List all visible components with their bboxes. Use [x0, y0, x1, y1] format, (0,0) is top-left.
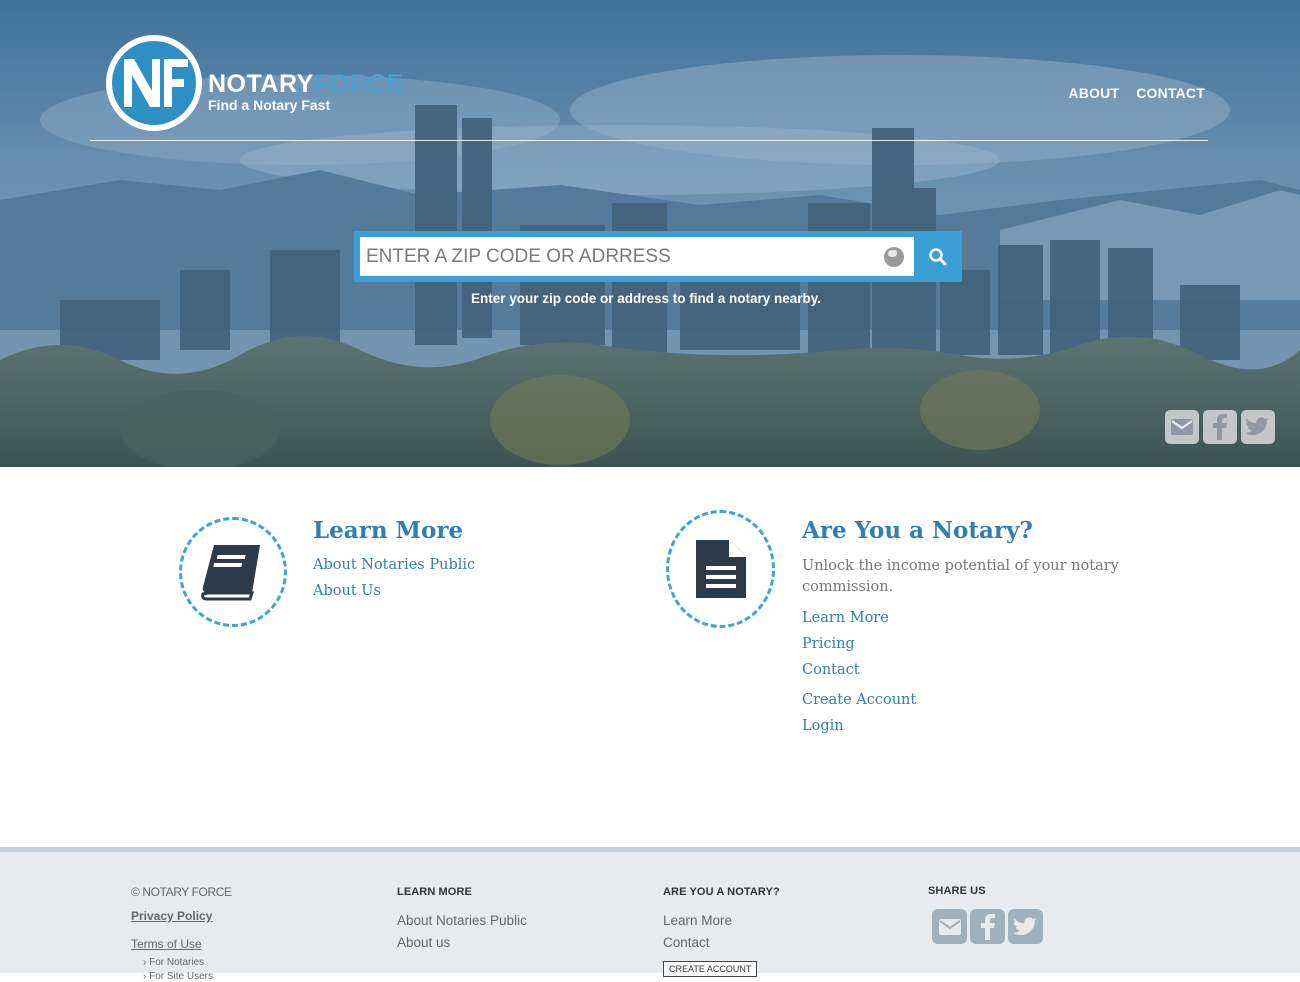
- login-link[interactable]: Login: [802, 718, 844, 734]
- search-icon: [929, 247, 947, 265]
- envelope-icon[interactable]: [932, 909, 967, 944]
- twitter-icon[interactable]: [1241, 410, 1275, 444]
- footer-contact-link[interactable]: Contact: [663, 935, 710, 950]
- footer-notary-heading: ARE YOU A NOTARY?: [663, 886, 780, 898]
- brand-secondary: FORCE: [313, 70, 404, 98]
- logo-nf-icon: [124, 59, 188, 107]
- hero-social-icons: [1165, 410, 1275, 444]
- footer-about-notaries-link[interactable]: About Notaries Public: [397, 913, 527, 928]
- search-hint: Enter your zip code or address to find a…: [470, 291, 822, 306]
- notary-description: Unlock the income potential of your nota…: [802, 558, 1119, 595]
- footer-social-icons: [932, 909, 1043, 944]
- hero-banner: NOTARYFORCE Find a Notary Fast ABOUT CON…: [0, 0, 1300, 467]
- brand-name: NOTARYFORCE: [208, 70, 404, 99]
- footer-share-heading: SHARE US: [928, 885, 986, 897]
- twitter-icon[interactable]: [1008, 909, 1043, 944]
- search-box: [354, 231, 962, 282]
- envelope-icon[interactable]: [1165, 410, 1199, 444]
- footer-learn-more-link[interactable]: Learn More: [663, 913, 732, 928]
- create-account-link[interactable]: Create Account: [802, 692, 916, 708]
- about-notaries-public-link[interactable]: About Notaries Public: [313, 557, 475, 573]
- terms-for-notaries[interactable]: › For Notaries: [143, 957, 204, 968]
- terms-of-use-link[interactable]: Terms of Use: [131, 937, 202, 951]
- about-us-link[interactable]: About Us: [313, 583, 381, 599]
- terms-for-notaries-label: For Notaries: [149, 957, 205, 968]
- contact-link[interactable]: Contact: [802, 662, 860, 678]
- globe-icon[interactable]: [884, 247, 904, 267]
- search-field: [360, 237, 914, 276]
- footer-copyright: © NOTARY FORCE: [131, 885, 232, 899]
- learn-more-title: Learn More: [313, 517, 464, 544]
- notary-circle: [666, 510, 775, 628]
- pricing-link[interactable]: Pricing: [802, 636, 855, 652]
- brand-primary: NOTARY: [208, 70, 314, 98]
- document-icon: [695, 540, 746, 598]
- book-icon: [201, 545, 260, 601]
- footer: © NOTARY FORCE Privacy Policy Terms of U…: [0, 847, 1300, 982]
- logo-mark: [112, 41, 196, 125]
- facebook-icon[interactable]: [970, 909, 1005, 944]
- privacy-policy-link[interactable]: Privacy Policy: [131, 909, 212, 923]
- header-divider: [90, 140, 1208, 141]
- nav-contact-link[interactable]: CONTACT: [1136, 85, 1205, 101]
- top-nav: ABOUT CONTACT: [1068, 85, 1205, 101]
- footer-about-us-link[interactable]: About us: [397, 935, 450, 950]
- search-button[interactable]: [920, 237, 956, 276]
- brand-tagline: Find a Notary Fast: [208, 97, 331, 113]
- notary-learn-more-link[interactable]: Learn More: [802, 610, 889, 626]
- notary-title: Are You a Notary?: [802, 517, 1033, 544]
- footer-create-account-button[interactable]: CREATE ACCOUNT: [663, 961, 758, 977]
- notaryforce-logo[interactable]: [106, 35, 202, 131]
- learn-more-circle: [179, 517, 287, 627]
- nav-about-link[interactable]: ABOUT: [1068, 85, 1119, 101]
- search-input[interactable]: [366, 245, 866, 268]
- footer-learn-more-heading: LEARN MORE: [397, 886, 472, 898]
- facebook-icon[interactable]: [1203, 410, 1237, 444]
